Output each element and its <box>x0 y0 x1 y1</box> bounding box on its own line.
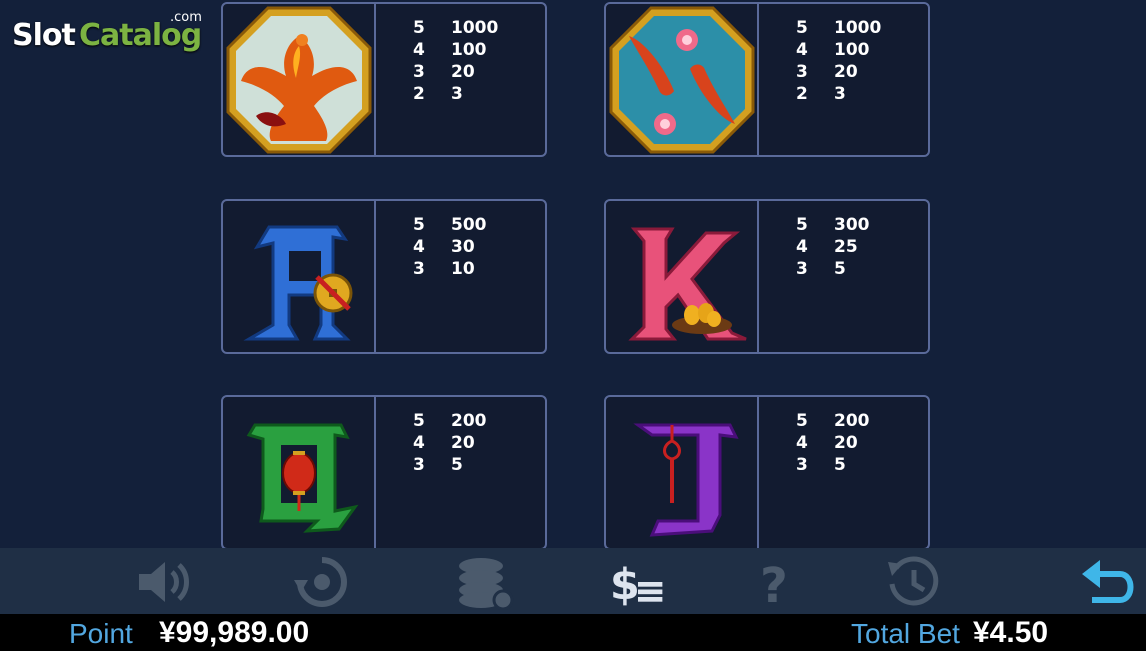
pay-value: 300 <box>834 215 870 235</box>
pay-list: 5 200 4 20 35 <box>796 411 870 477</box>
pay-row: 23 <box>796 84 881 106</box>
paytable-icon[interactable]: $ <box>608 554 668 610</box>
sound-icon[interactable] <box>135 554 195 610</box>
pay-list: 5 500 4 30 3 10 <box>413 215 487 281</box>
pay-count: 4 <box>413 433 425 453</box>
logo-com: .com <box>170 10 202 25</box>
pay-count: 3 <box>796 455 808 475</box>
paytable-card-koi: 5 1000 4 100 3 20 23 <box>604 2 930 157</box>
pay-value: 20 <box>834 433 858 453</box>
pay-count: 4 <box>413 237 425 257</box>
paytable-card-j: 5 200 4 20 35 <box>604 395 930 550</box>
pay-row: 3 20 <box>796 62 881 84</box>
toolbar: $ ? <box>0 548 1146 614</box>
pay-count: 5 <box>796 215 808 235</box>
koi-fish-symbol <box>606 4 759 155</box>
total-bet-label: Total Bet <box>851 618 960 649</box>
pay-list: 5 300 4 25 35 <box>796 215 870 281</box>
pay-count: 4 <box>796 237 808 257</box>
pay-value: 200 <box>451 411 487 431</box>
pay-list: 5 1000 4 100 3 20 23 <box>796 18 881 106</box>
pay-count: 3 <box>796 62 808 82</box>
pay-count: 2 <box>796 84 808 104</box>
status-bar: Point ¥99,989.00 Total Bet ¥4.50 <box>0 614 1146 651</box>
pay-row: 4 25 <box>796 237 870 259</box>
pay-row: 3 20 <box>413 62 498 84</box>
pay-row: 5 300 <box>796 215 870 237</box>
pay-value: 500 <box>451 215 487 235</box>
pay-count: 3 <box>413 259 425 279</box>
pay-count: 4 <box>796 40 808 60</box>
pay-count: 3 <box>413 455 425 475</box>
pay-value: 100 <box>451 40 487 60</box>
pay-value: 20 <box>451 62 475 82</box>
pay-row: 4 20 <box>796 433 870 455</box>
pay-value: 100 <box>834 40 870 60</box>
pay-count: 4 <box>413 40 425 60</box>
pay-count: 5 <box>413 411 425 431</box>
pay-value: 20 <box>451 433 475 453</box>
pay-value: 25 <box>834 237 858 257</box>
pay-row: 5 200 <box>413 411 487 433</box>
point-value: ¥99,989.00 <box>159 616 310 649</box>
pay-count: 3 <box>796 259 808 279</box>
pay-row: 5 500 <box>413 215 487 237</box>
back-icon[interactable] <box>1080 554 1140 610</box>
pay-row: 5 1000 <box>796 18 881 40</box>
letter-j-symbol <box>606 397 759 548</box>
letter-a-symbol <box>223 201 376 352</box>
pay-row: 5 200 <box>796 411 870 433</box>
autospin-icon[interactable] <box>292 554 352 610</box>
logo-slot: Slot <box>12 18 76 53</box>
pay-count: 4 <box>796 433 808 453</box>
pay-row: 35 <box>796 455 870 477</box>
help-icon[interactable]: ? <box>748 554 808 610</box>
pay-row: 5 1000 <box>413 18 498 40</box>
pay-row: 35 <box>796 259 870 281</box>
pay-count: 5 <box>796 411 808 431</box>
pay-value: 20 <box>834 62 858 82</box>
pay-count: 2 <box>413 84 425 104</box>
point-label: Point <box>69 618 133 649</box>
pay-value: 1000 <box>834 18 882 38</box>
pay-value: 5 <box>834 455 846 475</box>
letter-k-symbol <box>606 201 759 352</box>
paytable-card-phoenix: 5 1000 4 100 3 20 23 <box>221 2 547 157</box>
pay-list: 5 1000 4 100 3 20 23 <box>413 18 498 106</box>
pay-count: 5 <box>413 215 425 235</box>
pay-value: 5 <box>834 259 846 279</box>
pay-value: 10 <box>451 259 475 279</box>
svg-text:?: ? <box>760 558 788 610</box>
paytable-card-a: 5 500 4 30 3 10 <box>221 199 547 354</box>
pay-value: 30 <box>451 237 475 257</box>
pay-row: 4 100 <box>413 40 498 62</box>
pay-value: 1000 <box>451 18 499 38</box>
pay-row: 35 <box>413 455 487 477</box>
pay-row: 4 100 <box>796 40 881 62</box>
pay-value: 3 <box>834 84 846 104</box>
pay-count: 3 <box>413 62 425 82</box>
paytable-card-k: 5 300 4 25 35 <box>604 199 930 354</box>
pay-list: 5 200 4 20 35 <box>413 411 487 477</box>
phoenix-symbol <box>223 4 376 155</box>
pay-value: 5 <box>451 455 463 475</box>
total-bet-value: ¥4.50 <box>973 616 1049 649</box>
pay-row: 3 10 <box>413 259 487 281</box>
pay-row: 4 20 <box>413 433 487 455</box>
chips-icon[interactable] <box>455 554 515 610</box>
paytable-card-q: 5 200 4 20 35 <box>221 395 547 550</box>
pay-row: 23 <box>413 84 498 106</box>
pay-value: 200 <box>834 411 870 431</box>
history-icon[interactable] <box>884 554 944 610</box>
pay-value: 3 <box>451 84 463 104</box>
letter-q-symbol <box>223 397 376 548</box>
pay-count: 5 <box>796 18 808 38</box>
pay-row: 4 30 <box>413 237 487 259</box>
pay-count: 5 <box>413 18 425 38</box>
svg-text:$: $ <box>610 560 640 610</box>
